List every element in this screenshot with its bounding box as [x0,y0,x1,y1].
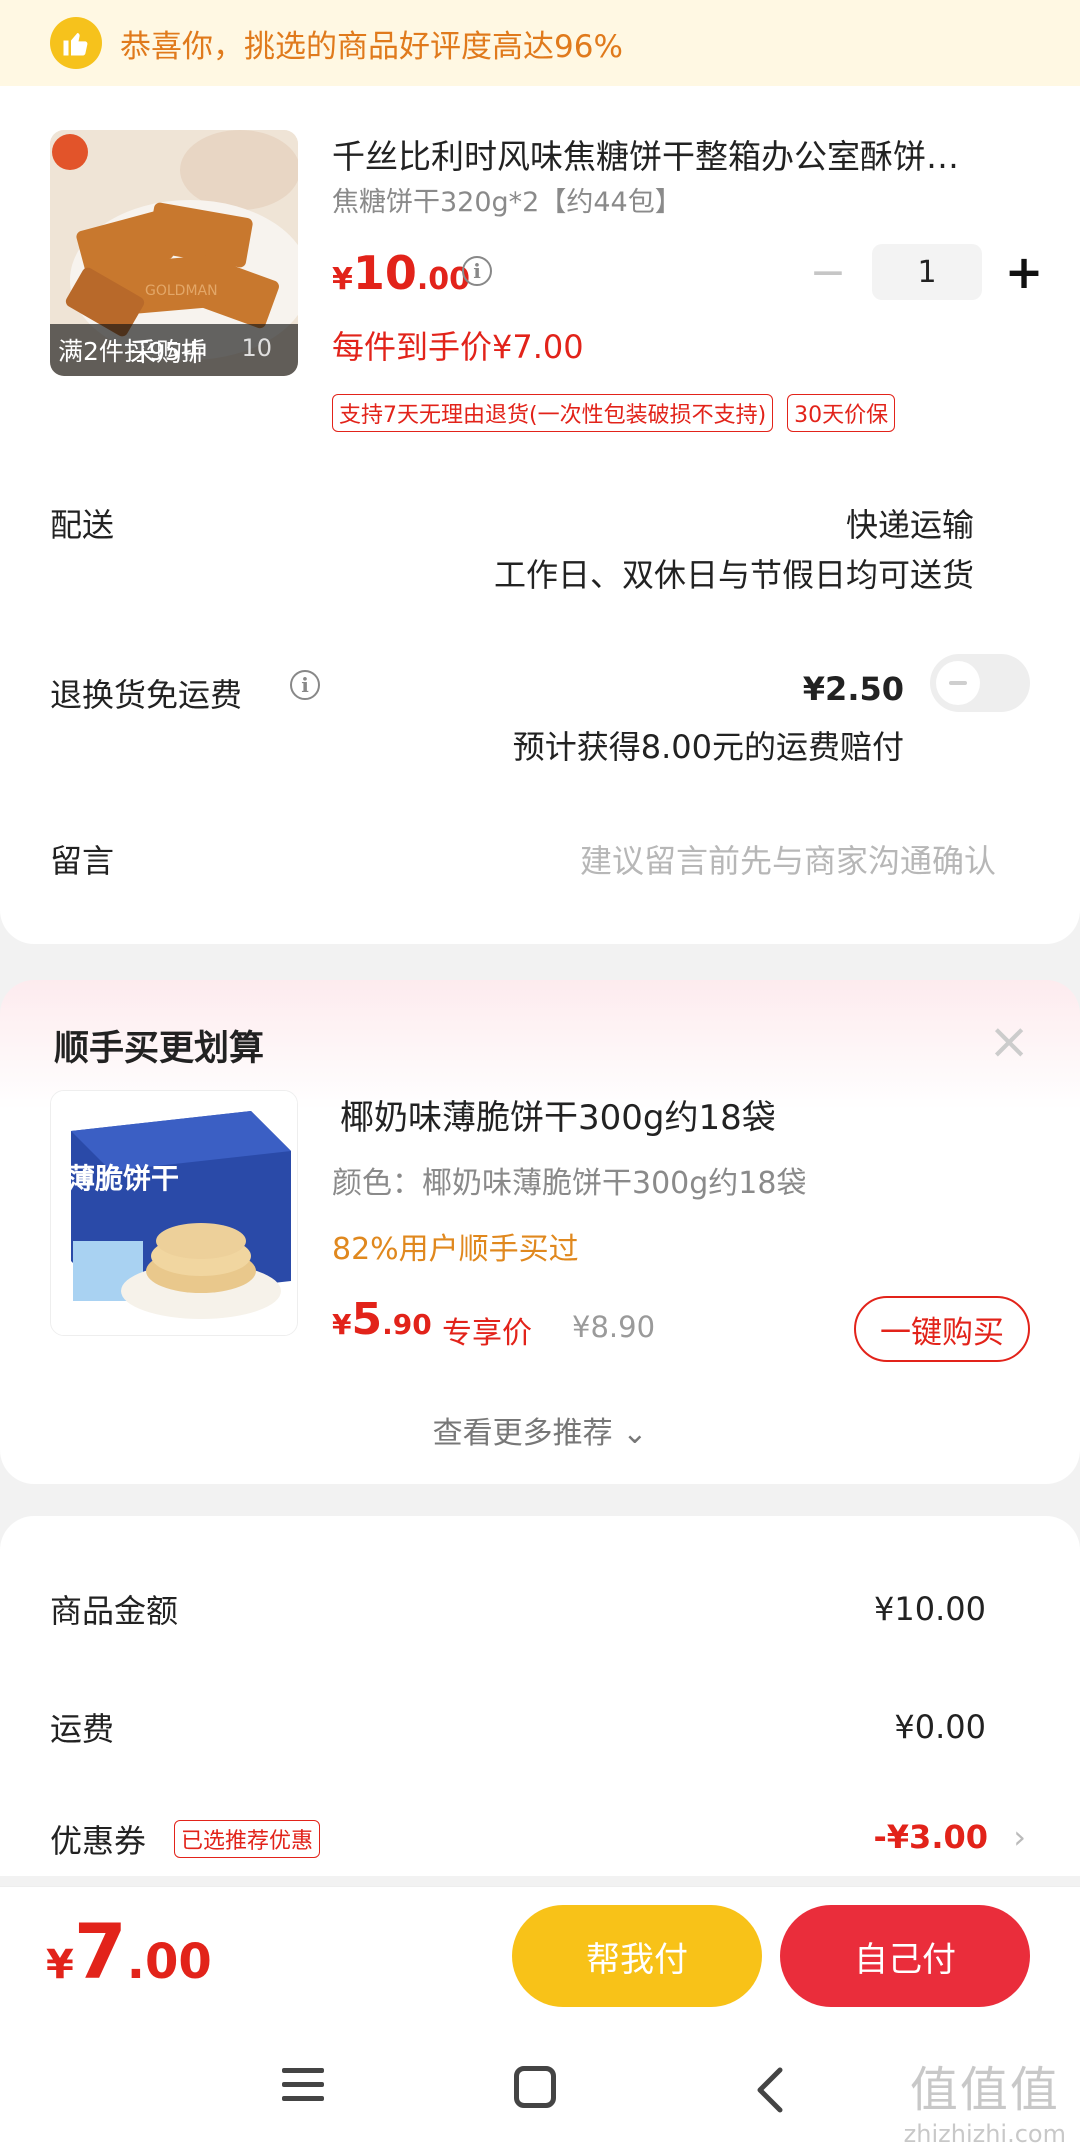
more-recommend-link[interactable]: 查看更多推荐 ⌄ [0,1408,1080,1452]
home-icon[interactable] [514,2066,556,2108]
recommend-name[interactable]: 椰奶味薄脆饼干300g约18袋 [340,1090,776,1139]
coupon-tag: 已选推荐优惠 [174,1820,321,1858]
quantity-stepper: − 1 + [808,244,1044,300]
return-free-label: 退换货免运费 [50,676,243,714]
quantity-input[interactable]: 1 [872,244,982,300]
toggle-knob [936,661,980,705]
shipping-label: 配送 [50,506,115,544]
product-title[interactable]: 千丝比利时风味焦糖饼干整箱办公室酥饼… [332,130,1032,178]
system-nav-bar: 值值值 zhizhizhi.com [0,2026,1080,2154]
return-policy-tag: 支持7天无理由退货(一次性包装破损不支持) [332,394,774,432]
shipping-note: 工作日、双休日与节假日均可送货 [493,556,974,594]
recommend-image-text: 薄脆饼干 [67,1162,180,1195]
message-label: 留言 [50,842,115,880]
freight-value: ¥0.00 [894,1708,986,1746]
return-compensation: 预计获得8.00元的运费赔付 [512,728,904,766]
praise-banner: 恭喜你，挑选的商品好评度高达96% [0,0,1080,86]
purchasing-label: 采购中 [130,338,209,368]
quantity-minus-button[interactable]: − [808,247,848,298]
return-info-icon[interactable]: i [290,670,320,700]
banner-text: 恭喜你，挑选的商品好评度高达96% [120,28,623,65]
self-pay-button[interactable]: 自己付 [780,1905,1030,2007]
one-click-buy-button[interactable]: 一键购买 [854,1296,1030,1362]
recommend-image[interactable]: 薄脆饼干 [50,1090,298,1336]
service-tags: 支持7天无理由退货(一次性包装破损不支持) 30天价保 [332,394,896,432]
hand-price: 每件到手价¥7.00 [332,328,584,366]
svg-text:GOLDMAN: GOLDMAN [145,283,218,299]
coupon-value[interactable]: -¥3.00 [874,1818,989,1856]
exclusive-price-label: 专享价 [442,1316,532,1351]
recommend-title: 顺手买更划算 [54,1029,265,1069]
recent-apps-icon[interactable] [282,2068,324,2110]
product-price: ¥10.00 [332,246,471,300]
pay-bar: ¥7.00 帮我付 自己付 [0,1886,1080,2026]
return-free-toggle[interactable] [930,654,1030,712]
help-pay-button[interactable]: 帮我付 [512,1905,762,2007]
price-protect-tag: 30天价保 [787,394,896,432]
thumbs-up-icon [50,17,102,69]
freight-label: 运费 [50,1710,115,1748]
quantity-plus-button[interactable]: + [1004,245,1044,299]
chevron-right-icon[interactable]: › [1013,1818,1026,1856]
watermark: 值值值 zhizhizhi.com [903,2062,1066,2148]
recommend-color: 颜色：椰奶味薄脆饼干300g约18袋 [332,1166,807,1201]
message-input[interactable]: 建议留言前先与商家沟通确认 [580,836,996,882]
image-promo-caption: 满2件打95折 采购中 10 [50,324,298,376]
summary-card: 商品金额 ¥10.00 运费 ¥0.00 优惠券 已选推荐优惠 -¥3.00 › [0,1516,1080,1876]
order-card: GOLDMAN 满2件打95折 采购中 10 千丝比利时风味焦糖饼干整箱办公室酥… [0,86,1080,944]
product-spec[interactable]: 焦糖饼干320g*2【约44包】 [332,180,682,219]
recommend-card: 顺手买更划算 × 薄脆饼干 椰奶味薄脆饼干300g约18袋 颜色：椰奶味薄脆饼干… [0,980,1080,1484]
goods-amount-label: 商品金额 [50,1592,179,1630]
total-price: ¥7.00 [46,1907,212,1996]
recommend-bought-pct: 82%用户顺手买过 [332,1232,579,1267]
price-info-icon[interactable]: i [462,256,492,286]
caption-number: 10 [241,334,272,362]
product-image[interactable]: GOLDMAN 满2件打95折 采购中 10 [50,130,298,376]
recommend-price: ¥5.90 [332,1294,432,1345]
return-free-price: ¥2.50 [802,670,904,708]
close-icon[interactable]: × [988,1016,1030,1066]
original-price: ¥8.90 [572,1310,656,1344]
back-icon[interactable] [752,2066,788,2118]
shipping-method[interactable]: 快递运输 [846,500,974,546]
goods-amount-value: ¥10.00 [874,1590,986,1628]
coupon-label: 优惠券 [50,1822,147,1860]
